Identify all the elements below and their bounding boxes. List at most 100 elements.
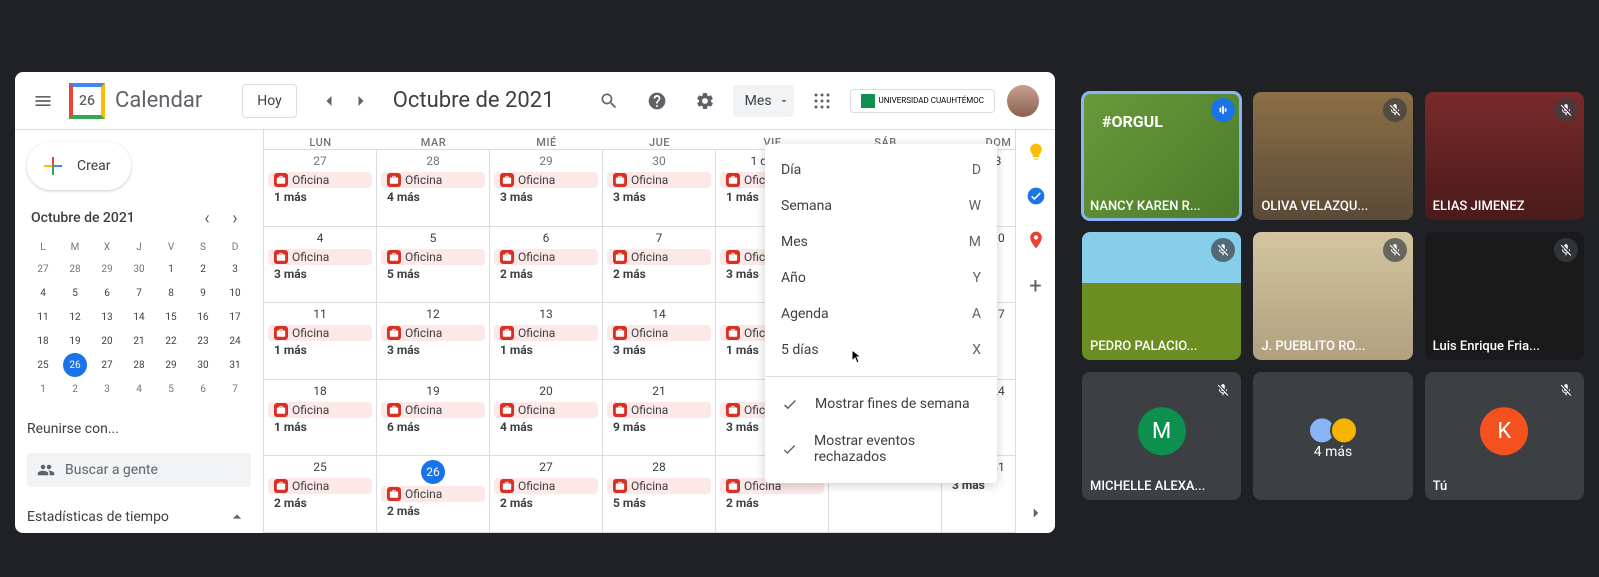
- view-menu-item[interactable]: AñoY: [765, 260, 997, 296]
- mini-day-cell[interactable]: 1: [159, 257, 183, 281]
- day-cell[interactable]: 6Oficina2 más: [490, 227, 603, 303]
- day-cell[interactable]: 30Oficina3 más: [603, 150, 716, 226]
- more-events-link[interactable]: 4 más: [381, 188, 485, 206]
- day-cell[interactable]: 21Oficina9 más: [603, 380, 716, 456]
- view-menu-item[interactable]: AgendaA: [765, 296, 997, 332]
- participant-tile[interactable]: KTú: [1425, 372, 1584, 500]
- more-events-link[interactable]: 2 más: [494, 265, 598, 283]
- event-chip[interactable]: Oficina: [607, 402, 711, 418]
- event-chip[interactable]: Oficina: [607, 478, 711, 494]
- event-chip[interactable]: Oficina: [381, 249, 485, 265]
- event-chip[interactable]: Oficina: [494, 249, 598, 265]
- mini-day-cell[interactable]: 19: [63, 329, 87, 353]
- day-cell[interactable]: 28Oficina5 más: [603, 456, 716, 532]
- mini-day-cell[interactable]: 2: [191, 257, 215, 281]
- day-cell[interactable]: 12Oficina3 más: [377, 303, 490, 379]
- mini-day-cell[interactable]: 14: [127, 305, 151, 329]
- mini-day-cell[interactable]: 1: [31, 377, 55, 401]
- mini-day-cell[interactable]: 18: [31, 329, 55, 353]
- day-cell[interactable]: 5Oficina5 más: [377, 227, 490, 303]
- event-chip[interactable]: Oficina: [607, 249, 711, 265]
- day-cell[interactable]: 4Oficina3 más: [264, 227, 377, 303]
- mini-day-cell[interactable]: 6: [95, 281, 119, 305]
- prev-month-button[interactable]: [313, 85, 345, 117]
- mini-day-cell[interactable]: 21: [127, 329, 151, 353]
- event-chip[interactable]: Oficina: [268, 402, 372, 418]
- view-menu-item[interactable]: MesM: [765, 224, 997, 260]
- mini-day-cell[interactable]: 17: [223, 305, 247, 329]
- more-events-link[interactable]: 5 más: [381, 265, 485, 283]
- view-menu-checkbox[interactable]: Mostrar fines de semana: [765, 385, 997, 423]
- more-events-link[interactable]: 9 más: [607, 418, 711, 436]
- apps-icon[interactable]: [802, 81, 842, 121]
- day-cell[interactable]: 7Oficina2 más: [603, 227, 716, 303]
- view-menu-item[interactable]: SemanaW: [765, 188, 997, 224]
- mini-day-cell[interactable]: 20: [95, 329, 119, 353]
- day-cell[interactable]: 25Oficina2 más: [264, 456, 377, 532]
- participant-tile[interactable]: PEDRO PALACIO...: [1082, 232, 1241, 360]
- mini-day-cell[interactable]: 24: [223, 329, 247, 353]
- event-chip[interactable]: Oficina: [268, 325, 372, 341]
- mini-day-cell[interactable]: 23: [191, 329, 215, 353]
- participant-tile[interactable]: ELIAS JIMENEZ: [1425, 92, 1584, 220]
- more-events-link[interactable]: 3 más: [268, 265, 372, 283]
- mini-day-cell[interactable]: 27: [31, 257, 55, 281]
- more-events-link[interactable]: 6 más: [381, 418, 485, 436]
- mini-day-cell[interactable]: 2: [63, 377, 87, 401]
- more-events-link[interactable]: 4 más: [494, 418, 598, 436]
- more-events-link[interactable]: 1 más: [268, 188, 372, 206]
- day-cell[interactable]: 14Oficina3 más: [603, 303, 716, 379]
- event-chip[interactable]: Oficina: [381, 325, 485, 341]
- mini-day-cell[interactable]: 30: [127, 257, 151, 281]
- event-chip[interactable]: Oficina: [494, 402, 598, 418]
- event-chip[interactable]: Oficina: [494, 172, 598, 188]
- event-chip[interactable]: Oficina: [381, 172, 485, 188]
- mini-day-cell[interactable]: 9: [191, 281, 215, 305]
- event-chip[interactable]: Oficina: [494, 325, 598, 341]
- participant-tile[interactable]: MMICHELLE ALEXA...: [1082, 372, 1241, 500]
- mini-day-cell[interactable]: 3: [95, 377, 119, 401]
- next-month-button[interactable]: [345, 85, 377, 117]
- event-chip[interactable]: Oficina: [268, 478, 372, 494]
- day-cell[interactable]: 29Oficina3 más: [490, 150, 603, 226]
- mini-day-cell[interactable]: 29: [95, 257, 119, 281]
- mini-day-cell[interactable]: 28: [127, 353, 151, 377]
- day-cell[interactable]: 28Oficina4 más: [377, 150, 490, 226]
- day-cell[interactable]: 11Oficina1 más: [264, 303, 377, 379]
- mini-day-cell[interactable]: 5: [159, 377, 183, 401]
- mini-day-cell[interactable]: 6: [191, 377, 215, 401]
- event-chip[interactable]: Oficina: [268, 249, 372, 265]
- mini-prev-button[interactable]: ‹: [195, 206, 219, 230]
- view-select[interactable]: Mes: [733, 85, 794, 117]
- mini-day-cell[interactable]: 13: [95, 305, 119, 329]
- mini-day-cell[interactable]: 25: [31, 353, 55, 377]
- more-events-link[interactable]: 5 más: [607, 494, 711, 512]
- search-icon[interactable]: [589, 81, 629, 121]
- participant-tile[interactable]: #ORGULNANCY KAREN R...: [1082, 92, 1241, 220]
- time-stats-toggle[interactable]: Estadísticas de tiempo: [27, 507, 251, 527]
- more-events-link[interactable]: 2 más: [381, 502, 485, 520]
- mini-day-cell[interactable]: 5: [63, 281, 87, 305]
- more-events-link[interactable]: 3 más: [381, 341, 485, 359]
- mini-day-cell[interactable]: 28: [63, 257, 87, 281]
- event-chip[interactable]: Oficina: [607, 172, 711, 188]
- create-button[interactable]: Crear: [27, 142, 131, 190]
- more-events-link[interactable]: 2 más: [494, 494, 598, 512]
- maps-icon[interactable]: [1026, 230, 1046, 250]
- mini-day-cell[interactable]: 26: [63, 353, 87, 377]
- mini-day-cell[interactable]: 4: [127, 377, 151, 401]
- day-cell[interactable]: 27Oficina1 más: [264, 150, 377, 226]
- search-people-input[interactable]: Buscar a gente: [27, 453, 251, 487]
- today-button[interactable]: Hoy: [242, 84, 297, 118]
- mini-day-cell[interactable]: 7: [127, 281, 151, 305]
- more-events-link[interactable]: 1 más: [268, 341, 372, 359]
- day-cell[interactable]: 26Oficina2 más: [377, 456, 490, 532]
- main-menu-icon[interactable]: [23, 81, 63, 121]
- mini-day-cell[interactable]: 31: [223, 353, 247, 377]
- mini-day-cell[interactable]: 10: [223, 281, 247, 305]
- day-cell[interactable]: 20Oficina4 más: [490, 380, 603, 456]
- mini-next-button[interactable]: ›: [223, 206, 247, 230]
- event-chip[interactable]: Oficina: [268, 172, 372, 188]
- mini-day-cell[interactable]: 22: [159, 329, 183, 353]
- more-events-link[interactable]: 1 más: [268, 418, 372, 436]
